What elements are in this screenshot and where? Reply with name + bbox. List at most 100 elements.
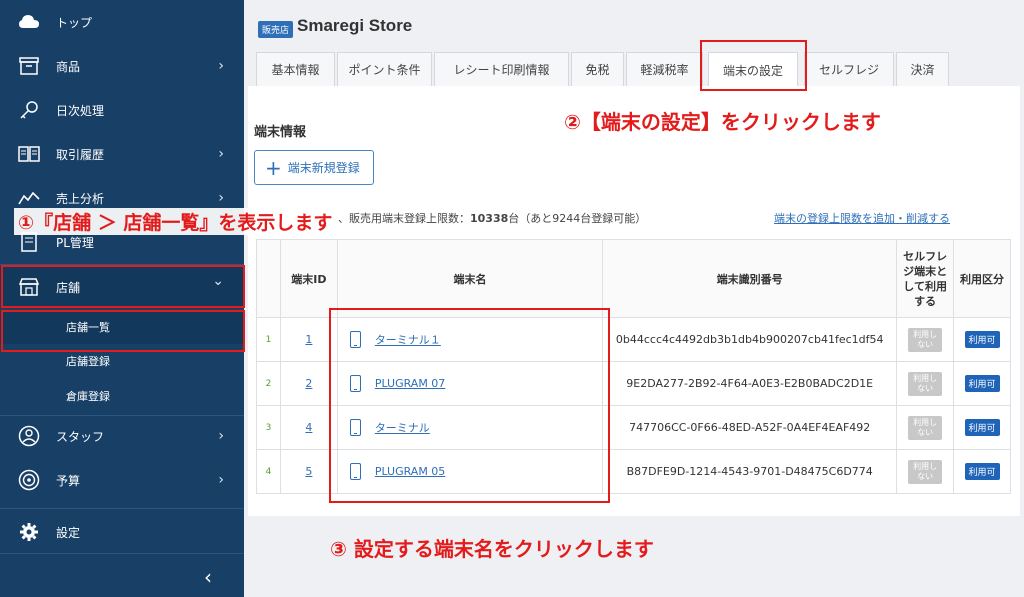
tab-label: 決済 bbox=[910, 63, 935, 77]
header-terminal-serial: 端末識別番号 bbox=[602, 239, 898, 318]
cloud-icon bbox=[18, 11, 40, 33]
self-register-cell: 利用しない bbox=[896, 405, 955, 450]
terminal-serial: 0b44ccc4c4492db3b1db4b900207cb41fec1df54 bbox=[602, 317, 898, 362]
annotation-step-3: ③ 設定する端末名をクリックします bbox=[330, 537, 654, 561]
sidebar-subitem-warehouse-register[interactable]: 倉庫登録 bbox=[0, 379, 244, 413]
tab-label: ポイント条件 bbox=[348, 63, 421, 77]
self-register-cell: 利用しない bbox=[896, 317, 955, 362]
chevron-right-icon: › bbox=[218, 190, 224, 206]
highlight-terminal-names bbox=[329, 308, 610, 503]
row-number: 1 bbox=[256, 317, 281, 362]
chevron-right-icon: › bbox=[218, 146, 224, 162]
tab-receipt-print[interactable]: レシート印刷情報 bbox=[434, 52, 569, 86]
table-header-row: 端末ID 端末名 端末識別番号 セルフレジ端末として利用する 利用区分 bbox=[256, 239, 1011, 318]
section-title: 端末情報 bbox=[254, 125, 307, 140]
terminal-id-link[interactable]: 1 bbox=[305, 333, 312, 346]
annotation-step-1: ①『店舗 ＞ 店舗一覧』を表示します bbox=[14, 208, 337, 235]
sidebar-divider bbox=[0, 553, 244, 554]
header-terminal-name: 端末名 bbox=[336, 239, 604, 318]
self-register-cell: 利用しない bbox=[896, 449, 955, 494]
self-register-badge: 利用しない bbox=[908, 459, 943, 484]
header-self-register: セルフレジ端末として利用する bbox=[896, 239, 955, 318]
info-suffix: 台（あと9244台登録可能） bbox=[508, 212, 647, 225]
add-terminal-label: 端末新規登録 bbox=[287, 161, 360, 175]
self-register-cell: 利用しない bbox=[896, 361, 955, 406]
add-terminal-button[interactable]: + 端末新規登録 bbox=[254, 150, 374, 185]
info-limit: 10338 bbox=[470, 212, 509, 225]
sidebar-collapse-button[interactable]: ‹ bbox=[0, 555, 244, 597]
chevron-right-icon: › bbox=[218, 472, 224, 488]
usage-badge: 利用可 bbox=[964, 331, 1000, 348]
target-icon bbox=[18, 469, 40, 491]
tab-tax-free[interactable]: 免税 bbox=[571, 52, 624, 86]
chevron-right-icon: › bbox=[218, 428, 224, 444]
row-number: 4 bbox=[256, 449, 281, 494]
tab-label: セルフレジ bbox=[818, 63, 879, 77]
sidebar-item-daily[interactable]: 日次処理 bbox=[0, 90, 244, 130]
sidebar-item-budget[interactable]: 予算 › bbox=[0, 460, 244, 500]
sidebar-item-history[interactable]: 取引履歴 › bbox=[0, 134, 244, 174]
terminal-id-link[interactable]: 4 bbox=[305, 421, 312, 434]
highlight-store-list bbox=[1, 310, 245, 352]
tab-basic-info[interactable]: 基本情報 bbox=[256, 52, 335, 86]
terminal-id-link[interactable]: 5 bbox=[305, 465, 312, 478]
row-number: 3 bbox=[256, 405, 281, 450]
tab-label: 軽減税率 bbox=[640, 63, 689, 77]
sidebar-item-label: 売上分析 bbox=[56, 191, 105, 206]
usage-badge: 利用可 bbox=[964, 463, 1000, 480]
staff-icon bbox=[18, 425, 40, 447]
chevron-left-icon: ‹ bbox=[204, 565, 212, 589]
sidebar-item-label: 日次処理 bbox=[56, 103, 105, 118]
chevron-right-icon: › bbox=[218, 58, 224, 74]
terminal-limit-info: 、販売用端末登録上限数：10338台（あと9244台登録可能） bbox=[338, 210, 646, 226]
usage-cell: 利用可 bbox=[953, 361, 1011, 406]
terminal-serial: 747706CC-0F66-48ED-A52F-0A4EF4EAF492 bbox=[602, 405, 898, 450]
header-usage: 利用区分 bbox=[953, 239, 1011, 318]
usage-badge: 利用可 bbox=[964, 375, 1000, 392]
sidebar-item-staff[interactable]: スタッフ › bbox=[0, 416, 244, 456]
sidebar-subitem-label: 店舗登録 bbox=[66, 355, 110, 368]
tab-label: レシート印刷情報 bbox=[453, 63, 550, 77]
sidebar-item-label: 取引履歴 bbox=[56, 147, 105, 162]
key-icon bbox=[18, 99, 40, 121]
sidebar-item-label: トップ bbox=[56, 15, 93, 30]
terminal-serial: 9E2DA277-2B92-4F64-A0E3-E2B0BADC2D1E bbox=[602, 361, 898, 406]
usage-cell: 利用可 bbox=[953, 449, 1011, 494]
terminal-id-link[interactable]: 2 bbox=[305, 377, 312, 390]
page-title: Smaregi Store bbox=[297, 16, 413, 35]
terminal-serial: B87DFE9D-1214-4543-9701-D48475C6D774 bbox=[602, 449, 898, 494]
sidebar-divider bbox=[0, 508, 244, 509]
highlight-store-menu bbox=[1, 265, 245, 308]
sidebar-item-label: 商品 bbox=[56, 59, 81, 74]
annotation-step-2: ②【端末の設定】をクリックします bbox=[564, 110, 881, 134]
gear-icon bbox=[18, 521, 40, 543]
tab-self-register[interactable]: セルフレジ bbox=[804, 52, 894, 86]
terminal-limit-link[interactable]: 端末の登録上限数を追加・削減する bbox=[774, 210, 950, 226]
highlight-terminal-settings-tab bbox=[700, 40, 807, 91]
tab-payment[interactable]: 決済 bbox=[896, 52, 949, 86]
tab-reduced-tax[interactable]: 軽減税率 bbox=[626, 52, 703, 86]
sidebar-subitem-label: 倉庫登録 bbox=[66, 390, 110, 403]
sidebar-item-label: 設定 bbox=[56, 525, 81, 540]
sidebar-item-products[interactable]: 商品 › bbox=[0, 46, 244, 86]
header-row-num bbox=[256, 239, 281, 318]
row-number: 2 bbox=[256, 361, 281, 406]
header-terminal-id: 端末ID bbox=[279, 239, 338, 318]
sidebar-item-label: PL管理 bbox=[56, 235, 94, 250]
self-register-badge: 利用しない bbox=[908, 415, 943, 440]
tab-point-conditions[interactable]: ポイント条件 bbox=[337, 52, 432, 86]
tab-label: 免税 bbox=[585, 63, 610, 77]
sidebar-item-top[interactable]: トップ bbox=[0, 2, 244, 42]
sidebar-item-label: スタッフ bbox=[56, 429, 105, 444]
store-type-badge: 販売店 bbox=[258, 21, 294, 38]
book-icon bbox=[18, 143, 40, 165]
self-register-badge: 利用しない bbox=[908, 371, 943, 396]
self-register-badge: 利用しない bbox=[908, 327, 943, 352]
usage-cell: 利用可 bbox=[953, 405, 1011, 450]
chart-icon bbox=[18, 187, 40, 209]
sidebar-item-settings[interactable]: 設定 bbox=[0, 512, 244, 552]
box-icon bbox=[18, 55, 40, 77]
sidebar-item-label: 予算 bbox=[56, 473, 81, 488]
usage-cell: 利用可 bbox=[953, 317, 1011, 362]
plus-icon: + bbox=[265, 155, 282, 180]
